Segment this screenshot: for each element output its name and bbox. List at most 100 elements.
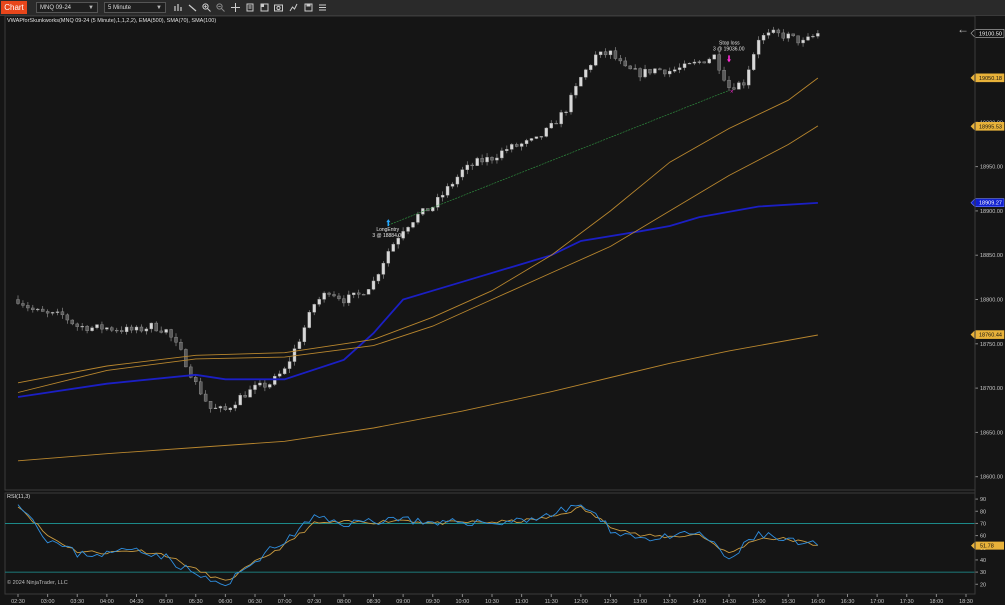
candle-down	[223, 406, 228, 410]
candle-up	[297, 341, 302, 349]
candle-up	[124, 326, 129, 332]
rsi-panel: 908070605040302051.78	[4, 492, 1004, 595]
candle-down	[139, 326, 144, 332]
candle-down	[796, 35, 800, 44]
candle-down	[194, 377, 198, 382]
candle-up	[549, 122, 553, 129]
candle-down	[648, 68, 652, 74]
x-tick-label: 10:30	[485, 599, 499, 605]
candle-up	[756, 39, 761, 55]
candle-up	[366, 289, 371, 295]
candle-down	[603, 51, 608, 56]
candle-up	[445, 186, 450, 196]
price-label-gold: 18760.44	[970, 330, 1005, 339]
candle-down	[480, 158, 484, 163]
rsi-tick-label: 80	[980, 509, 986, 515]
candle-down	[742, 82, 746, 86]
x-tick-label: 10:00	[455, 599, 469, 605]
candle-up	[707, 58, 711, 64]
candle-up	[687, 63, 692, 65]
candle-up	[485, 157, 489, 163]
x-tick-label: 16:30	[841, 599, 855, 605]
candle-down	[203, 393, 208, 402]
indicator-label: VWAPforSkunkworks(MNQ 09-24 (5 Minute),1…	[7, 18, 217, 24]
candle-up	[598, 51, 603, 56]
candle-up	[268, 384, 272, 388]
candle-up	[149, 322, 154, 330]
price-label-text: 18909.27	[979, 201, 1002, 207]
candle-down	[243, 395, 247, 398]
candle-up	[411, 222, 415, 228]
candle-up	[544, 127, 549, 137]
x-tick-label: 04:00	[100, 599, 114, 605]
candle-up	[50, 312, 55, 314]
candle-up	[381, 262, 386, 275]
candle-down	[184, 349, 188, 368]
candle-down	[781, 32, 786, 39]
candle-up	[816, 33, 820, 37]
candle-down	[514, 144, 519, 147]
candle-up	[672, 69, 677, 72]
candle-down	[342, 298, 346, 304]
rsi-tick-label: 60	[980, 534, 986, 540]
x-tick-label: 17:30	[900, 599, 914, 605]
price-label-current: 19100.50	[970, 28, 1005, 38]
candle-up	[564, 111, 568, 113]
price-label-gold: 18995.53	[970, 121, 1005, 131]
candle-down	[791, 33, 795, 37]
candle-down	[26, 305, 30, 309]
candle-up	[692, 61, 697, 64]
x-tick-label: 15:30	[781, 599, 795, 605]
candle-up	[510, 144, 514, 150]
candle-up	[213, 407, 218, 409]
candle-up	[371, 280, 376, 290]
rsi-tick-label: 90	[980, 497, 986, 503]
candle-up	[376, 274, 381, 282]
x-tick-label: 18:00	[929, 599, 943, 605]
y-tick-label: 18700.00	[980, 386, 1003, 392]
candle-down	[110, 327, 114, 331]
x-tick-label: 13:30	[663, 599, 677, 605]
candle-up	[682, 63, 687, 68]
exit-x-icon: ×	[730, 89, 734, 95]
candle-down	[623, 60, 628, 67]
back-arrow-icon[interactable]: ←	[957, 22, 969, 36]
candle-up	[352, 292, 356, 295]
candle-down	[628, 65, 632, 70]
chart-canvas[interactable]: 19000.0018950.0018900.0018850.0018800.00…	[0, 0, 1005, 605]
candle-up	[579, 77, 583, 87]
candle-down	[179, 342, 183, 350]
candle-up	[90, 327, 94, 331]
candle-up	[287, 361, 292, 369]
candle-up	[253, 384, 257, 390]
candle-up	[450, 183, 455, 187]
candle-up	[248, 389, 252, 398]
candle-up	[589, 65, 593, 70]
candle-up	[105, 327, 109, 330]
candle-up	[134, 326, 139, 331]
candle-up	[653, 68, 657, 74]
x-tick-label: 06:30	[248, 599, 262, 605]
candle-down	[470, 164, 474, 167]
candle-up	[80, 326, 84, 328]
candle-up	[292, 348, 297, 362]
rsi-tick-label: 70	[980, 521, 986, 527]
candle-down	[356, 292, 361, 295]
copyright-text: © 2024 NinjaTrader, LLC	[7, 580, 68, 586]
candle-up	[539, 136, 544, 138]
candle-down	[31, 307, 35, 311]
candle-down	[613, 50, 618, 59]
x-tick-label: 18:30	[959, 599, 973, 605]
candle-up	[307, 312, 312, 328]
candle-down	[332, 294, 336, 297]
candle-up	[238, 395, 242, 406]
candle-up	[697, 61, 702, 63]
candle-up	[273, 375, 277, 385]
candle-down	[119, 330, 124, 332]
y-tick-label: 18800.00	[980, 298, 1003, 304]
rsi-tick-label: 20	[980, 582, 986, 588]
candle-up	[440, 194, 445, 198]
stop-loss-fill: 3 @ 19036.00	[713, 46, 745, 52]
candle-up	[534, 136, 539, 139]
candle-up	[95, 324, 99, 328]
